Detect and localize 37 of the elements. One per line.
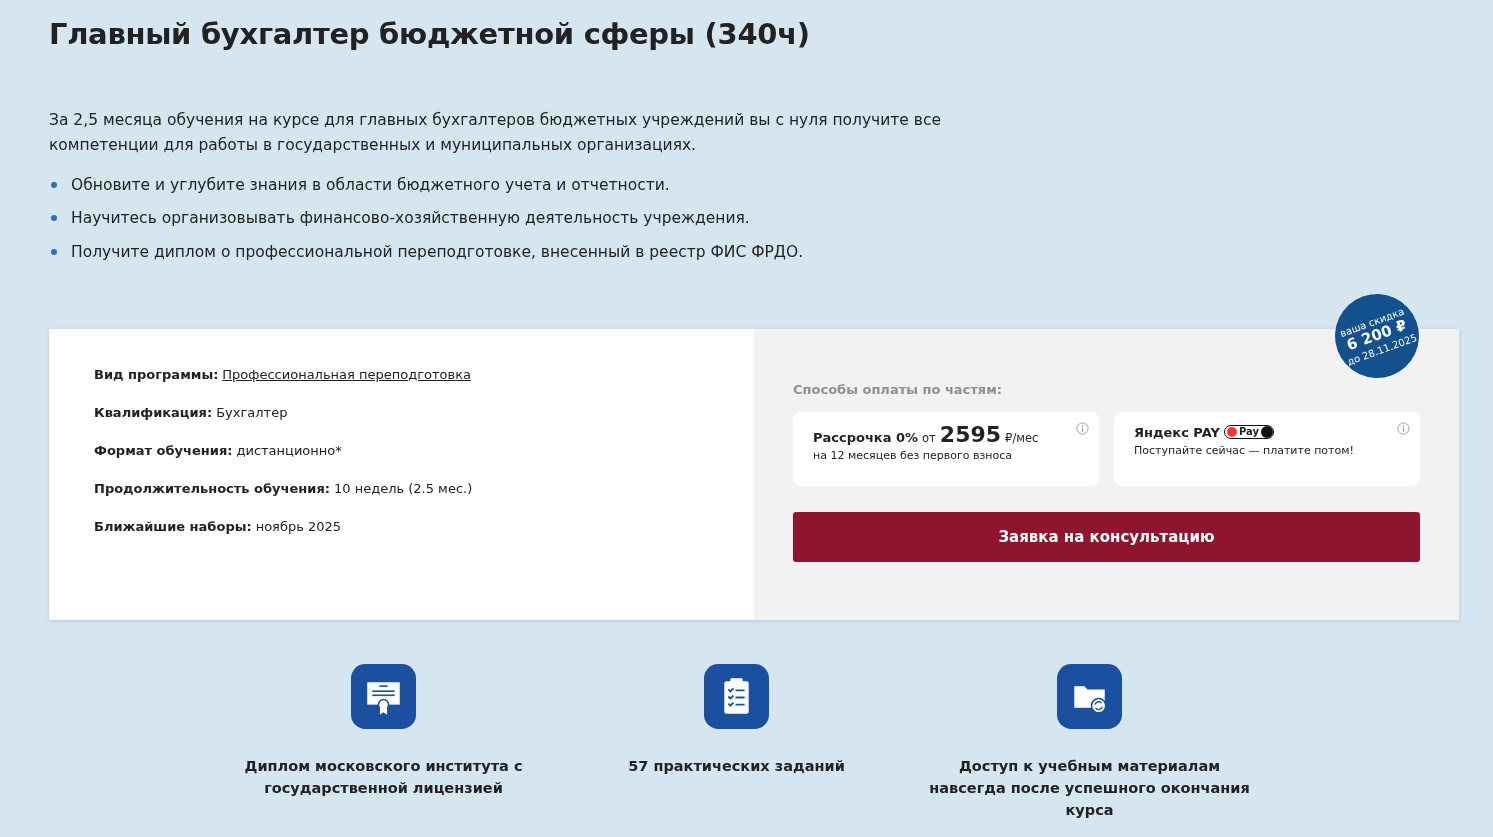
intro-paragraph: За 2,5 месяца обучения на курсе для главных бухгалтеров бюджетных учреждений вы с нуля получите все компетенции для работы в государственных и муниципальных организациях. bbox=[49, 110, 942, 156]
payment-heading: Способы оплаты по частям: bbox=[793, 381, 1004, 397]
bullet-icon bbox=[51, 181, 57, 188]
folder-icon bbox=[1057, 663, 1122, 729]
payment-option-card[interactable]: Рассрочка 0% от 2595 ₽/мес на 12 месяцев без первого взноса bbox=[793, 411, 1099, 486]
program-type-link[interactable]: Профессиональная переподготовка bbox=[222, 366, 471, 382]
clipboard-icon bbox=[704, 663, 769, 729]
option-name: Яндекс PAY bbox=[1134, 424, 1220, 440]
price-prefix: от bbox=[922, 430, 936, 445]
detail-label: Квалификация: bbox=[94, 404, 213, 420]
detail-label: Продолжительность обучения: bbox=[94, 480, 330, 496]
consultation-button[interactable]: Заявка на консультацию bbox=[793, 511, 1420, 562]
info-icon[interactable] bbox=[1076, 421, 1089, 435]
feature-text: Доступ к учебным материалам навсегда после успешного окончания курса bbox=[928, 756, 1251, 820]
detail-label: Формат обучения: bbox=[94, 442, 233, 458]
detail-value: Бухгалтер bbox=[216, 404, 288, 420]
certificate-icon bbox=[351, 663, 416, 729]
price-unit: ₽/мес bbox=[1005, 430, 1039, 445]
bullet-text: Получите диплом о профессиональной переподготовке, внесенный в реестр ФИС ФРДО. bbox=[71, 242, 804, 261]
detail-value: 10 недель (2.5 мес.) bbox=[333, 480, 473, 496]
bullet-text: Обновите и углубите знания в области бюджетного учета и отчетности. bbox=[71, 175, 670, 194]
bullet-icon bbox=[51, 215, 57, 222]
bullet-icon bbox=[51, 248, 57, 255]
detail-label: Вид программы: bbox=[94, 366, 219, 382]
payment-option-card[interactable]: Яндекс PAY Pay Поступайте сейчас — платите потом! bbox=[1114, 411, 1420, 486]
option-name: Рассрочка 0% bbox=[813, 429, 919, 445]
feature-text: 57 практических заданий bbox=[627, 756, 846, 776]
bullet-text: Научитесь организовывать финансово-хозяйственную деятельность учреждения. bbox=[71, 209, 750, 228]
detail-value: ноябрь 2025 bbox=[255, 518, 342, 534]
option-note: Поступайте сейчас — платите потом! bbox=[1134, 443, 1355, 457]
page-title: Главный бухгалтер бюджетной сферы (340ч) bbox=[49, 16, 811, 53]
option-note: на 12 месяцев без первого взноса bbox=[813, 448, 1013, 462]
feature-text: Диплом московского института с государственной лицензией bbox=[243, 756, 524, 798]
price-value: 2595 bbox=[939, 424, 1002, 445]
detail-value: дистанционно* bbox=[236, 442, 342, 458]
detail-label: Ближайшие наборы: bbox=[94, 518, 252, 534]
info-icon[interactable] bbox=[1397, 421, 1410, 435]
